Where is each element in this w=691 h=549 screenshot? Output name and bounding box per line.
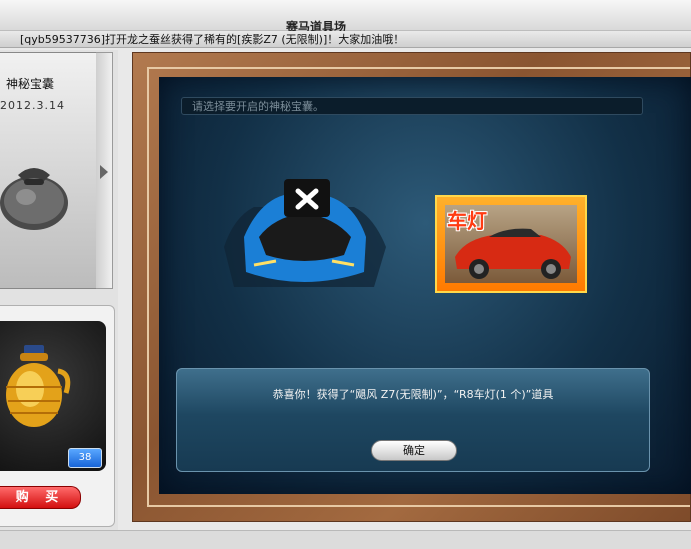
reward-message: 恭喜你！获得了“飓风 Z7(无限制)”，“R8车灯(1 个)”道具 — [272, 388, 554, 401]
headlight-label: 车灯 — [447, 209, 487, 233]
item-count-badge: 38 — [68, 448, 102, 468]
item-date: 2012.3.14 — [0, 99, 65, 112]
buy-button[interactable]: 购 买 — [0, 486, 81, 509]
item-card-jar[interactable]: 38 — [0, 321, 106, 471]
bag-select-input[interactable]: 请选择要开启的神秘宝囊。 — [181, 97, 643, 115]
scroll-arrow-button[interactable] — [96, 52, 113, 289]
item-card-jar-container: 38 购 买 — [0, 305, 115, 527]
item-name: 神秘宝囊 — [6, 77, 55, 91]
jar-icon — [6, 345, 71, 427]
bag-icon — [0, 168, 68, 230]
reward-scene: 请选择要开启的神秘宝囊。 车灯 恭喜你！获得了“飓风 Z7(无限制)”，“R8车… — [159, 77, 691, 494]
left-item-panel: 神秘宝囊 2012.3.14 38 购 买 — [0, 50, 118, 530]
wooden-frame: 请选择要开启的神秘宝囊。 车灯 恭喜你！获得了“飓风 Z7(无限制)”，“R8车… — [132, 52, 691, 522]
announcement-marquee: [qyb59537736]打开龙之蚕丝获得了稀有的[疾影Z7 (无限制)]！大家… — [0, 31, 691, 48]
blue-sports-car-icon — [224, 179, 386, 287]
window-titlebar: 赛马道具场 — [0, 0, 691, 34]
item-card-mystery-bag[interactable]: 神秘宝囊 2012.3.14 — [0, 52, 97, 289]
reward-dialog: 恭喜你！获得了“飓风 Z7(无限制)”，“R8车灯(1 个)”道具 确定 — [176, 368, 650, 472]
chevron-right-icon — [100, 165, 108, 179]
red-car-image: 车灯 — [435, 195, 587, 293]
headlight-reward-card: 车灯 — [421, 187, 621, 307]
ok-button[interactable]: 确定 — [371, 440, 457, 461]
bottom-strip — [0, 530, 691, 549]
